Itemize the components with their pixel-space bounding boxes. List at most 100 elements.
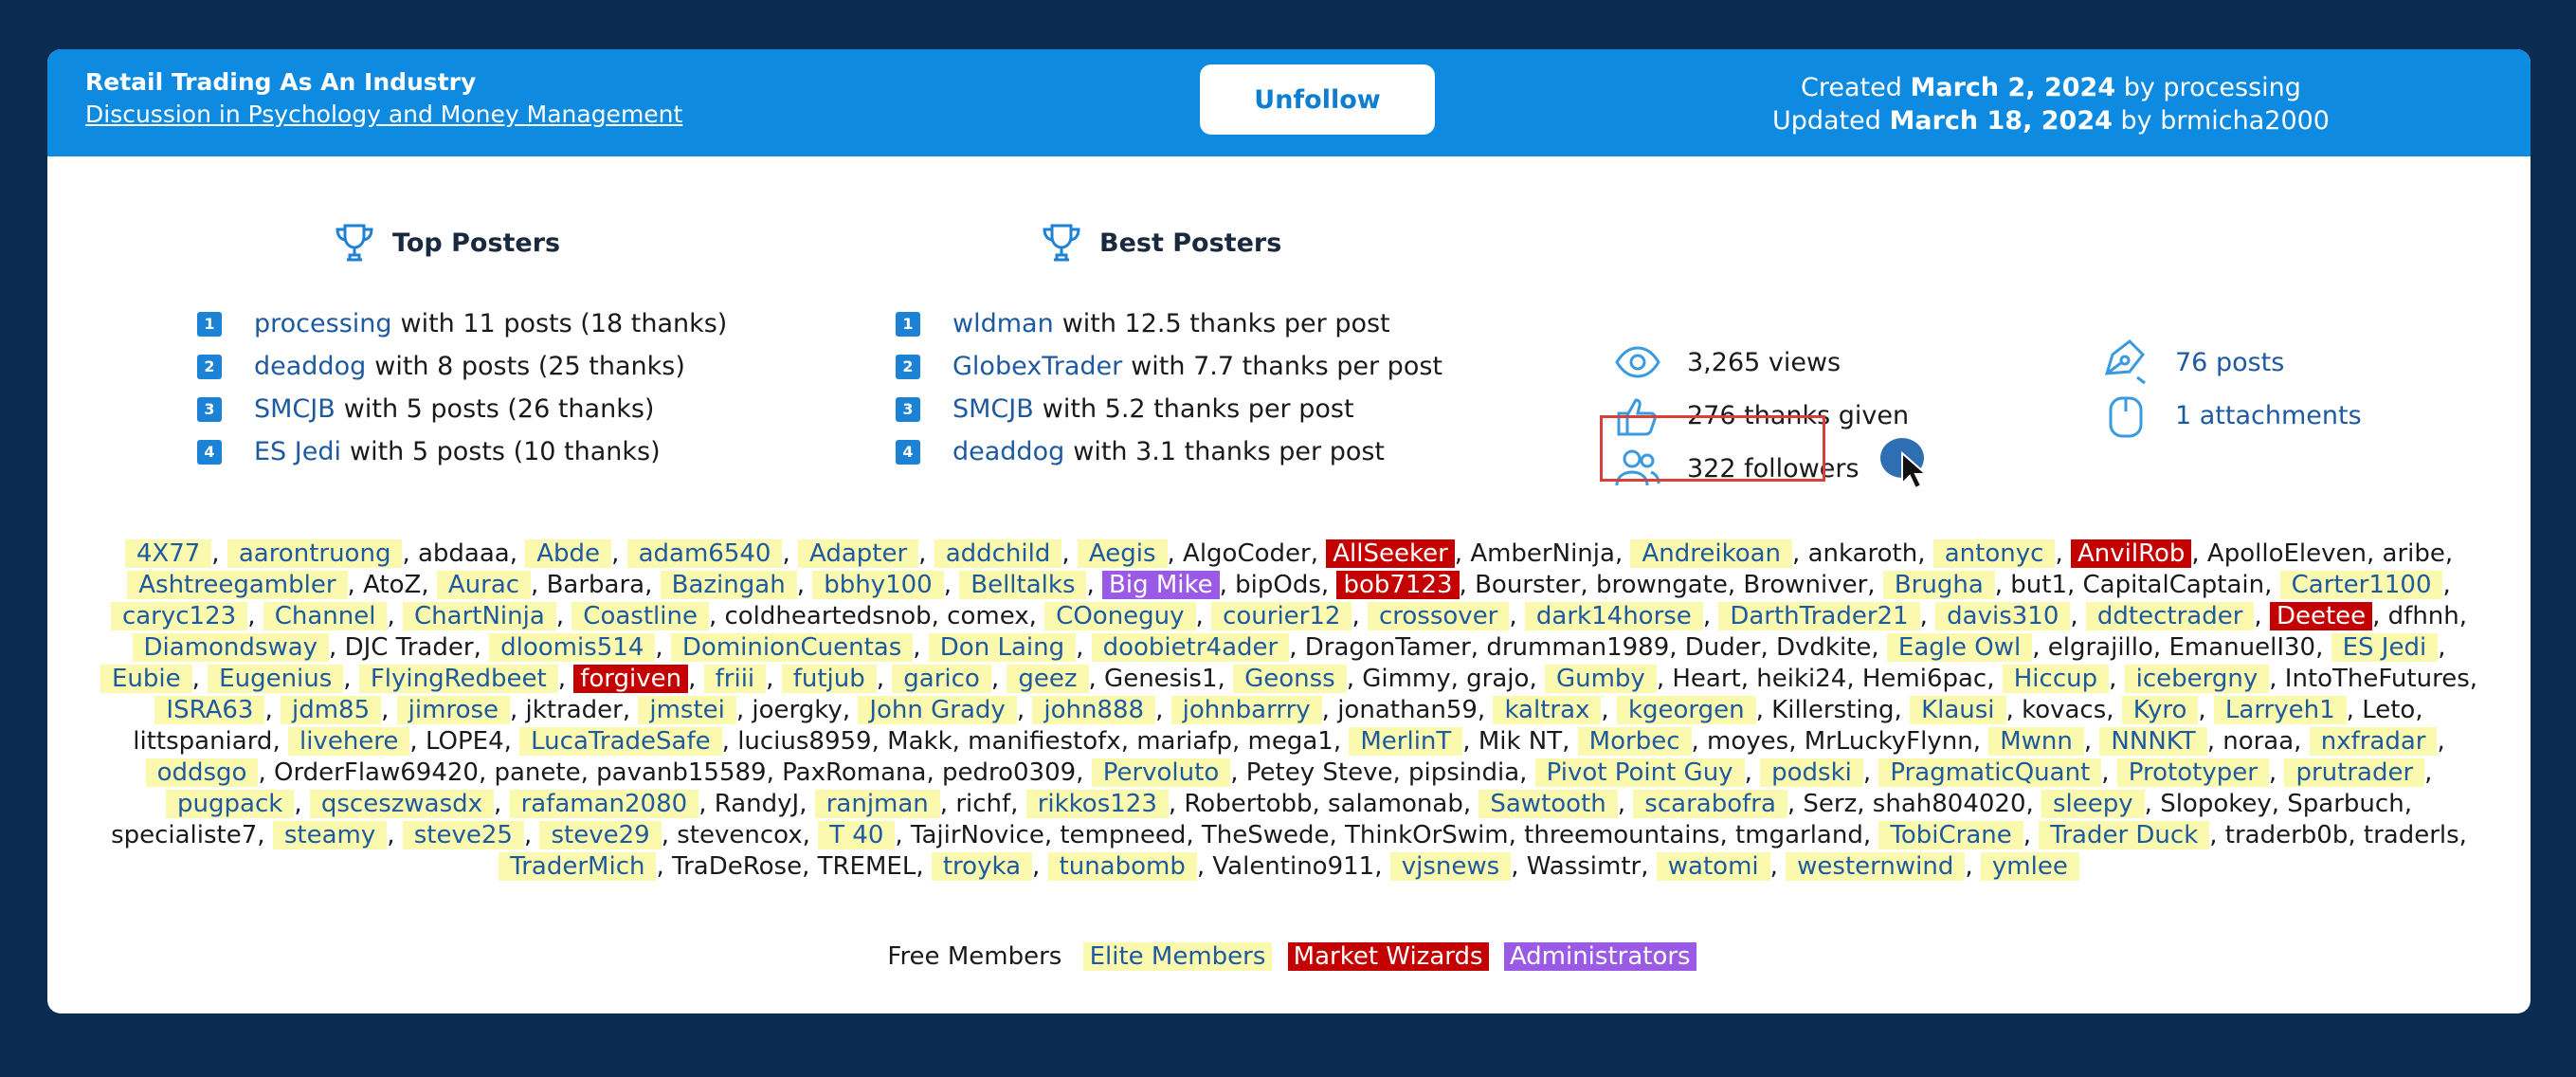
member-link[interactable]: AmberNinja — [1470, 539, 1615, 568]
member-link[interactable]: Leto — [2362, 696, 2415, 724]
poster-name-link[interactable]: ES Jedi — [254, 437, 341, 466]
member-link[interactable]: COoneguy — [1044, 602, 1196, 630]
member-link[interactable]: PaxRomana — [782, 758, 926, 787]
member-link[interactable]: caryc123 — [110, 602, 248, 630]
member-link[interactable]: Slopokey — [2160, 790, 2272, 818]
member-link[interactable]: traderls — [2364, 821, 2459, 849]
attachments-stat[interactable]: 1 attachments — [2099, 389, 2362, 442]
member-link[interactable]: Valentino911 — [1212, 852, 1374, 881]
member-link[interactable]: johnbarrry — [1170, 696, 1322, 724]
member-link[interactable]: Aegis — [1077, 539, 1168, 568]
member-link[interactable]: DominionCuentas — [670, 633, 914, 662]
member-link[interactable]: MerlinT — [1349, 727, 1463, 756]
member-link[interactable]: Heart — [1672, 665, 1740, 693]
member-link[interactable]: dfhnh — [2388, 602, 2459, 630]
poster-name-link[interactable]: deaddog — [254, 352, 366, 381]
member-link[interactable]: ranjman — [814, 790, 940, 818]
member-link[interactable]: TraderMich — [499, 852, 657, 881]
member-link[interactable]: forgiven — [573, 665, 689, 693]
member-link[interactable]: DarthTrader21 — [1718, 602, 1920, 630]
member-link[interactable]: rafaman2080 — [509, 790, 699, 818]
member-link[interactable]: nxfradar — [2309, 727, 2438, 756]
member-link[interactable]: Serz — [1803, 790, 1857, 818]
member-link[interactable]: IntoTheFutures — [2285, 665, 2470, 693]
member-link[interactable]: heiki24 — [1756, 665, 1846, 693]
member-link[interactable]: but1 — [2010, 571, 2067, 599]
member-link[interactable]: Brugha — [1882, 571, 1995, 599]
member-link[interactable]: jmstei — [638, 696, 736, 724]
member-link[interactable]: shah804020 — [1873, 790, 2026, 818]
member-link[interactable]: pedro0309 — [942, 758, 1076, 787]
member-link[interactable]: jdm85 — [281, 696, 382, 724]
member-link[interactable]: steve29 — [539, 821, 662, 849]
member-link[interactable]: vjsnews — [1389, 852, 1512, 881]
member-link[interactable]: Abde — [525, 539, 612, 568]
member-link[interactable]: 4X77 — [124, 539, 212, 568]
member-link[interactable]: Browniver — [1743, 571, 1867, 599]
member-link[interactable]: drumman1989 — [1486, 633, 1669, 662]
member-link[interactable]: Ashtreegambler — [127, 571, 348, 599]
member-link[interactable]: Channel — [263, 602, 388, 630]
member-link[interactable]: lucius8959 — [737, 727, 871, 756]
member-link[interactable]: AllSeeker — [1326, 539, 1455, 568]
member-link[interactable]: LucaTradeSafe — [519, 727, 722, 756]
posts-stat[interactable]: 76 posts — [2099, 336, 2284, 389]
member-link[interactable]: RandyJ — [715, 790, 799, 818]
member-link[interactable]: jktrader — [526, 696, 623, 724]
member-link[interactable]: Adapter — [798, 539, 919, 568]
member-link[interactable]: Larryeh1 — [2213, 696, 2347, 724]
member-link[interactable]: T 40 — [818, 821, 896, 849]
member-link[interactable]: ThinkOrSwim — [1345, 821, 1509, 849]
member-link[interactable]: bbhy100 — [812, 571, 944, 599]
member-link[interactable]: tempneed — [1060, 821, 1186, 849]
member-link[interactable]: Barbara — [547, 571, 645, 599]
member-link[interactable]: pugpack — [166, 790, 295, 818]
member-link[interactable]: TheSwede — [1202, 821, 1330, 849]
member-link[interactable]: Killersting — [1771, 696, 1894, 724]
member-link[interactable]: qsceszwasdx — [309, 790, 495, 818]
member-link[interactable]: richf — [955, 790, 1010, 818]
forum-link[interactable]: Discussion in Psychology and Money Manag… — [85, 100, 682, 128]
member-link[interactable]: doobietr4ader — [1091, 633, 1290, 662]
member-link[interactable]: sleepy — [2041, 790, 2145, 818]
member-link[interactable]: pavanb15589 — [596, 758, 766, 787]
member-link[interactable]: westernwind — [1786, 852, 1966, 881]
member-link[interactable]: Big Mike — [1102, 571, 1220, 599]
member-link[interactable]: browngate — [1596, 571, 1728, 599]
member-link[interactable]: bob7123 — [1336, 571, 1460, 599]
member-link[interactable]: John Grady — [858, 696, 1017, 724]
member-link[interactable]: Klausi — [1910, 696, 2006, 724]
member-link[interactable]: elgrajillo — [2048, 633, 2153, 662]
member-link[interactable]: kovacs — [2022, 696, 2106, 724]
member-link[interactable]: tmgarland — [1735, 821, 1863, 849]
member-link[interactable]: specialiste7 — [111, 821, 257, 849]
member-link[interactable]: geez — [1007, 665, 1089, 693]
member-link[interactable]: Genesis1 — [1104, 665, 1217, 693]
member-link[interactable]: ChartNinja — [403, 602, 556, 630]
member-link[interactable]: AlgoCoder — [1183, 539, 1311, 568]
member-link[interactable]: courier12 — [1211, 602, 1352, 630]
member-link[interactable]: LOPE4 — [426, 727, 504, 756]
member-link[interactable]: Trader Duck — [2039, 821, 2210, 849]
member-link[interactable]: rikkos123 — [1025, 790, 1169, 818]
member-link[interactable]: Gumby — [1544, 665, 1657, 693]
member-link[interactable]: littspaniard — [133, 727, 272, 756]
member-link[interactable]: stevencox — [677, 821, 802, 849]
member-link[interactable]: noraa — [2222, 727, 2294, 756]
member-link[interactable]: AtoZ — [363, 571, 421, 599]
member-link[interactable]: Dvdkite — [1776, 633, 1871, 662]
member-link[interactable]: manifiestofx — [968, 727, 1121, 756]
member-link[interactable]: Aurac — [436, 571, 532, 599]
member-link[interactable]: Gimmy — [1362, 665, 1450, 693]
member-link[interactable]: Coastline — [571, 602, 709, 630]
member-link[interactable]: Andreikoan — [1630, 539, 1793, 568]
member-link[interactable]: TREMEL — [818, 852, 916, 881]
member-link[interactable]: Diamondsway — [132, 633, 330, 662]
member-link[interactable]: davis310 — [1935, 602, 2071, 630]
member-link[interactable]: threemountains — [1524, 821, 1719, 849]
poster-name-link[interactable]: SMCJB — [952, 394, 1034, 424]
member-link[interactable]: MrLuckyFlynn — [1805, 727, 1973, 756]
member-link[interactable]: TajirNovice — [911, 821, 1044, 849]
member-link[interactable]: Wassimtr — [1527, 852, 1642, 881]
member-link[interactable]: Petey Steve — [1246, 758, 1393, 787]
